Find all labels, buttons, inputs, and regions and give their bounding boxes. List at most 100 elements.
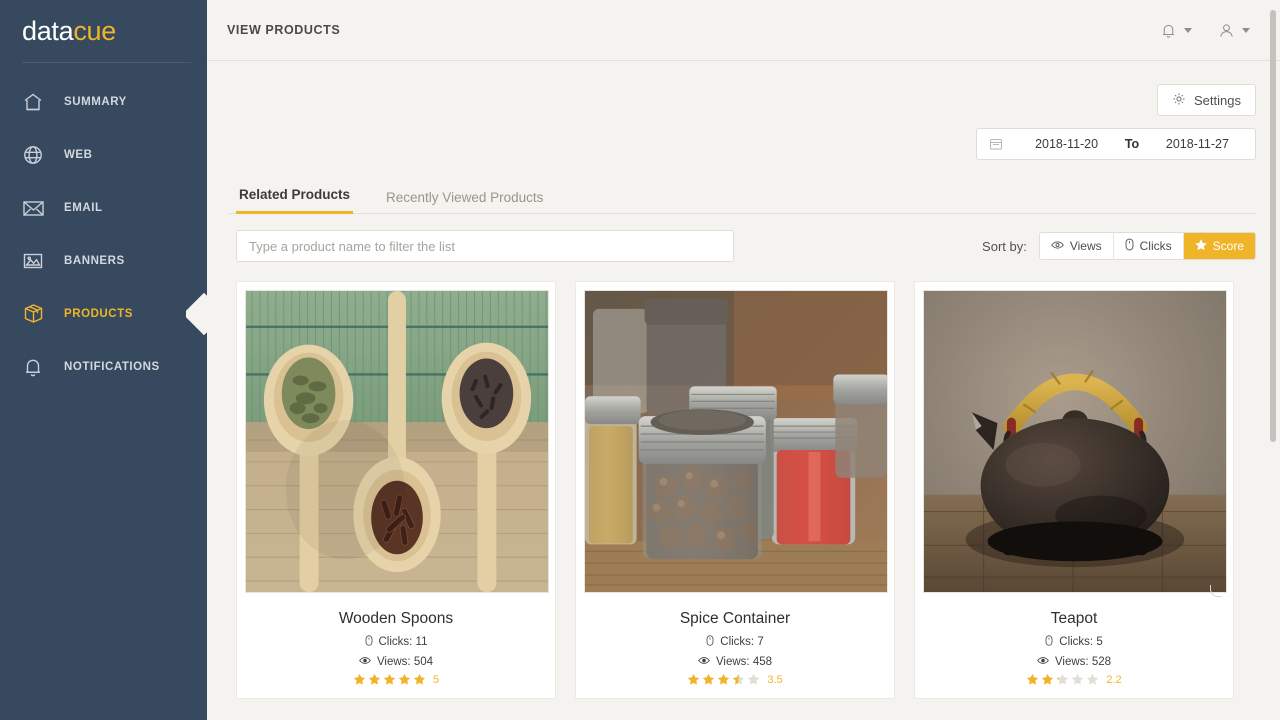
star-icon [703, 673, 715, 685]
tab-recently-viewed-products[interactable]: Recently Viewed Products [383, 190, 546, 214]
product-card[interactable]: Spice Container Clicks: 7 Views: 458 3.5 [575, 281, 895, 699]
user-icon [1218, 22, 1235, 39]
product-clicks-label: Clicks: 5 [1059, 636, 1103, 648]
vertical-scrollbar[interactable] [1270, 10, 1276, 442]
bell-icon [18, 352, 48, 382]
sidebar-item-label: NOTIFICATIONS [64, 360, 160, 373]
sidebar-item-label: BANNERS [64, 254, 125, 267]
star-icon [1042, 673, 1054, 685]
eye-icon [1051, 239, 1064, 253]
gear-icon [1172, 92, 1186, 109]
tab-bar: Related Products Recently Viewed Product… [229, 186, 1256, 214]
chevron-down-icon [1184, 27, 1192, 33]
sidebar-item-label: PRODUCTS [64, 307, 133, 320]
product-clicks: Clicks: 11 [245, 635, 547, 649]
sort-by-score-button[interactable]: Score [1183, 233, 1255, 259]
sort-option-label: Views [1069, 239, 1102, 253]
eye-icon [1037, 656, 1049, 668]
sidebar-nav: SUMMARY WEB EMAIL BANNERS PRODUCTS NOTIF… [0, 63, 207, 393]
product-rating: 3.5 [584, 673, 886, 686]
star-icon [413, 673, 426, 685]
star-icon [1057, 673, 1069, 685]
bell-icon [1160, 22, 1177, 39]
mouse-icon [365, 635, 373, 649]
product-rating-value: 2.2 [1106, 673, 1122, 686]
spice-container-photo [584, 290, 888, 593]
star-icon [733, 673, 745, 685]
account-menu[interactable] [1218, 22, 1250, 39]
sort-button-group: Views Clicks Score [1038, 232, 1256, 260]
settings-button-label: Settings [1194, 92, 1241, 108]
star-icon [398, 673, 411, 685]
product-views: Views: 528 [923, 656, 1225, 668]
sidebar-item-web[interactable]: WEB [0, 128, 207, 181]
product-views: Views: 504 [245, 656, 547, 668]
main-area: VIEW PRODUCTS Settings 2018-11-20 To 201… [207, 0, 1280, 720]
home-icon [18, 87, 48, 117]
sort-by-clicks-button[interactable]: Clicks [1113, 233, 1184, 259]
image-icon [18, 246, 48, 276]
date-from[interactable]: 2018-11-20 [1021, 137, 1112, 151]
eye-icon [359, 656, 371, 668]
app-logo[interactable]: datacue [0, 0, 207, 62]
logo-text-primary: data [22, 16, 74, 46]
notifications-menu[interactable] [1160, 22, 1192, 39]
product-clicks: Clicks: 5 [923, 635, 1225, 649]
sidebar-item-notifications[interactable]: NOTIFICATIONS [0, 340, 207, 393]
product-card[interactable]: Wooden Spoons Clicks: 11 Views: 504 5 [236, 281, 556, 699]
star-icon [368, 673, 381, 685]
sidebar-item-email[interactable]: EMAIL [0, 181, 207, 234]
product-card-grid: Wooden Spoons Clicks: 11 Views: 504 5 Sp… [229, 281, 1256, 699]
date-range-picker[interactable]: 2018-11-20 To 2018-11-27 [976, 128, 1256, 160]
sort-controls: Sort by: Views Clicks Score [982, 232, 1256, 260]
product-name: Wooden Spoons [338, 610, 454, 627]
product-rating-value: 3.5 [767, 673, 783, 686]
app-root: datacue SUMMARY WEB EMAIL BANNERS PRODUC… [0, 0, 1280, 720]
sidebar-item-products[interactable]: PRODUCTS [0, 287, 207, 340]
mouse-icon [1045, 635, 1053, 649]
page-title: VIEW PRODUCTS [227, 23, 341, 37]
globe-icon [18, 140, 48, 170]
star-icon [1027, 673, 1039, 685]
product-name: Teapot [1050, 610, 1098, 627]
product-views-label: Views: 528 [1054, 656, 1112, 668]
star-icon [383, 673, 396, 685]
active-item-indicator [186, 292, 208, 336]
mouse-icon [1125, 238, 1134, 254]
product-filter-input[interactable] [236, 230, 734, 262]
sidebar-item-label: SUMMARY [64, 95, 127, 108]
sidebar-item-label: WEB [64, 148, 93, 161]
product-views: Views: 458 [584, 656, 886, 668]
tab-related-products[interactable]: Related Products [236, 187, 354, 214]
product-rating-value: 5 [432, 673, 440, 686]
product-views-label: Views: 458 [715, 656, 773, 668]
top-bar-actions [1160, 22, 1250, 39]
product-name: Spice Container [679, 610, 791, 627]
sort-option-label: Score [1212, 239, 1244, 253]
sidebar-item-banners[interactable]: BANNERS [0, 234, 207, 287]
eye-icon [698, 656, 710, 668]
date-range-row: 2018-11-20 To 2018-11-27 [229, 116, 1256, 160]
logo-text-accent: cue [73, 16, 116, 46]
envelope-icon [18, 193, 48, 223]
sidebar: datacue SUMMARY WEB EMAIL BANNERS PRODUC… [0, 0, 207, 720]
product-clicks-label: Clicks: 11 [378, 636, 428, 648]
date-to[interactable]: 2018-11-27 [1152, 137, 1243, 151]
sort-by-views-button[interactable]: Views [1039, 233, 1114, 259]
star-icon [748, 673, 760, 685]
product-clicks-label: Clicks: 7 [720, 636, 764, 648]
wooden-spoons-photo [245, 290, 549, 593]
filter-row: Sort by: Views Clicks [229, 230, 1256, 262]
sidebar-item-summary[interactable]: SUMMARY [0, 75, 207, 128]
sidebar-item-label: EMAIL [64, 201, 103, 214]
product-rating: 5 [245, 673, 547, 686]
sort-option-label: Clicks [1139, 239, 1172, 253]
star-icon [1087, 673, 1099, 685]
star-icon [718, 673, 730, 685]
product-card[interactable]: Teapot Clicks: 5 Views: 528 2.2 [914, 281, 1234, 699]
chevron-down-icon [1242, 27, 1250, 33]
product-clicks: Clicks: 7 [584, 635, 886, 649]
sort-by-label: Sort by: [982, 238, 1027, 254]
settings-button[interactable]: Settings [1157, 84, 1256, 116]
star-icon [353, 673, 366, 685]
